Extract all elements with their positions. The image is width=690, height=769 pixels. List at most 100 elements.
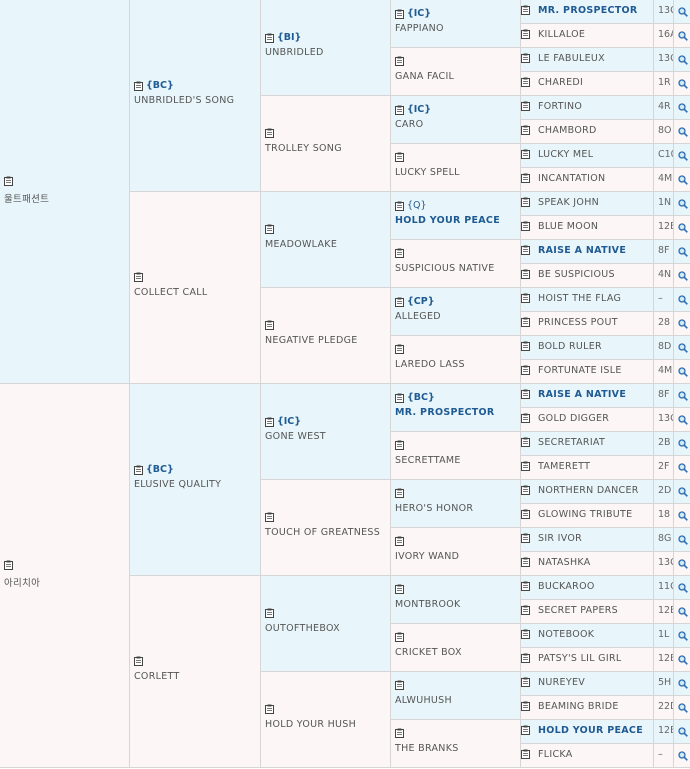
clipboard-icon[interactable]	[521, 149, 530, 159]
ancestor-name-link[interactable]: ALWUHUSH	[395, 695, 452, 706]
ancestor-name-link[interactable]: HOLD YOUR PEACE	[538, 725, 643, 736]
ancestor-name-link[interactable]: GOLD DIGGER	[538, 413, 609, 424]
search-icon[interactable]	[678, 199, 688, 209]
ancestor-name-link[interactable]: NEGATIVE PLEDGE	[265, 335, 358, 346]
search-cell[interactable]	[674, 216, 690, 240]
clipboard-icon[interactable]	[395, 584, 404, 594]
search-cell[interactable]	[674, 72, 690, 96]
clipboard-icon[interactable]	[4, 560, 13, 570]
search-icon[interactable]	[678, 487, 688, 497]
search-icon[interactable]	[678, 655, 688, 665]
search-icon[interactable]	[678, 391, 688, 401]
clipboard-icon[interactable]	[521, 245, 530, 255]
ancestor-name-link[interactable]: PRINCESS POUT	[538, 317, 618, 328]
ancestor-name-link[interactable]: SECRET PAPERS	[538, 605, 618, 616]
ancestor-name-link[interactable]: 울트패션트	[4, 191, 49, 205]
search-icon[interactable]	[678, 367, 688, 377]
search-cell[interactable]	[674, 24, 690, 48]
clipboard-icon[interactable]	[521, 701, 530, 711]
clipboard-icon[interactable]	[521, 605, 530, 615]
ancestor-name-link[interactable]: NATASHKA	[538, 557, 591, 568]
clipboard-icon[interactable]	[395, 201, 404, 211]
search-icon[interactable]	[678, 727, 688, 737]
search-icon[interactable]	[678, 271, 688, 281]
ancestor-name-link[interactable]: ELUSIVE QUALITY	[134, 479, 221, 490]
clipboard-icon[interactable]	[521, 389, 530, 399]
search-icon[interactable]	[678, 55, 688, 65]
clipboard-icon[interactable]	[395, 393, 404, 403]
ancestor-name-link[interactable]: BEAMING BRIDE	[538, 701, 619, 712]
clipboard-icon[interactable]	[134, 465, 143, 475]
search-icon[interactable]	[678, 679, 688, 689]
clipboard-icon[interactable]	[521, 293, 530, 303]
search-cell[interactable]	[674, 456, 690, 480]
clipboard-icon[interactable]	[521, 341, 530, 351]
search-cell[interactable]	[674, 336, 690, 360]
ancestor-name-link[interactable]: BLUE MOON	[538, 221, 598, 232]
clipboard-icon[interactable]	[265, 33, 274, 43]
ancestor-name-link[interactable]: TROLLEY SONG	[265, 143, 342, 154]
search-cell[interactable]	[674, 264, 690, 288]
ancestor-name-link[interactable]: BE SUSPICIOUS	[538, 269, 615, 280]
search-cell[interactable]	[674, 744, 690, 768]
ancestor-name-link[interactable]: MONTBROOK	[395, 599, 461, 610]
clipboard-icon[interactable]	[395, 344, 404, 354]
ancestor-name-link[interactable]: HOLD YOUR PEACE	[395, 215, 500, 226]
search-cell[interactable]	[674, 96, 690, 120]
ancestor-name-link[interactable]: MR. PROSPECTOR	[538, 5, 638, 16]
search-icon[interactable]	[678, 751, 688, 761]
ancestor-name-link[interactable]: HOIST THE FLAG	[538, 293, 621, 304]
search-cell[interactable]	[674, 696, 690, 720]
ancestor-name-link[interactable]: INCANTATION	[538, 173, 605, 184]
search-icon[interactable]	[678, 223, 688, 233]
search-icon[interactable]	[678, 583, 688, 593]
clipboard-icon[interactable]	[521, 437, 530, 447]
search-cell[interactable]	[674, 0, 690, 24]
clipboard-icon[interactable]	[521, 725, 530, 735]
search-cell[interactable]	[674, 384, 690, 408]
clipboard-icon[interactable]	[521, 581, 530, 591]
search-cell[interactable]	[674, 480, 690, 504]
search-icon[interactable]	[678, 511, 688, 521]
search-cell[interactable]	[674, 576, 690, 600]
clipboard-icon[interactable]	[265, 320, 274, 330]
clipboard-icon[interactable]	[521, 485, 530, 495]
ancestor-name-link[interactable]: HERO'S HONOR	[395, 503, 473, 514]
ancestor-name-link[interactable]: GONE WEST	[265, 431, 326, 442]
clipboard-icon[interactable]	[521, 413, 530, 423]
clipboard-icon[interactable]	[521, 461, 530, 471]
ancestor-name-link[interactable]: TAMERETT	[538, 461, 590, 472]
clipboard-icon[interactable]	[521, 197, 530, 207]
clipboard-icon[interactable]	[521, 125, 530, 135]
ancestor-name-link[interactable]: CHAMBORD	[538, 125, 597, 136]
search-cell[interactable]	[674, 600, 690, 624]
search-cell[interactable]	[674, 48, 690, 72]
ancestor-name-link[interactable]: MEADOWLAKE	[265, 239, 337, 250]
ancestor-name-link[interactable]: HOLD YOUR HUSH	[265, 719, 356, 730]
search-icon[interactable]	[678, 535, 688, 545]
search-cell[interactable]	[674, 240, 690, 264]
search-cell[interactable]	[674, 624, 690, 648]
ancestor-name-link[interactable]: RAISE A NATIVE	[538, 389, 626, 400]
clipboard-icon[interactable]	[395, 536, 404, 546]
clipboard-icon[interactable]	[395, 56, 404, 66]
clipboard-icon[interactable]	[521, 365, 530, 375]
ancestor-name-link[interactable]: TOUCH OF GREATNESS	[265, 527, 380, 538]
clipboard-icon[interactable]	[134, 656, 143, 666]
ancestor-name-link[interactable]: SECRETTAME	[395, 455, 461, 466]
search-icon[interactable]	[678, 31, 688, 41]
ancestor-name-link[interactable]: NUREYEV	[538, 677, 585, 688]
ancestor-name-link[interactable]: NOTEBOOK	[538, 629, 594, 640]
search-icon[interactable]	[678, 247, 688, 257]
clipboard-icon[interactable]	[521, 173, 530, 183]
search-cell[interactable]	[674, 432, 690, 456]
clipboard-icon[interactable]	[521, 509, 530, 519]
clipboard-icon[interactable]	[521, 77, 530, 87]
search-cell[interactable]	[674, 360, 690, 384]
clipboard-icon[interactable]	[395, 297, 404, 307]
ancestor-name-link[interactable]: CRICKET BOX	[395, 647, 462, 658]
clipboard-icon[interactable]	[265, 224, 274, 234]
clipboard-icon[interactable]	[521, 533, 530, 543]
search-icon[interactable]	[678, 7, 688, 17]
clipboard-icon[interactable]	[395, 105, 404, 115]
